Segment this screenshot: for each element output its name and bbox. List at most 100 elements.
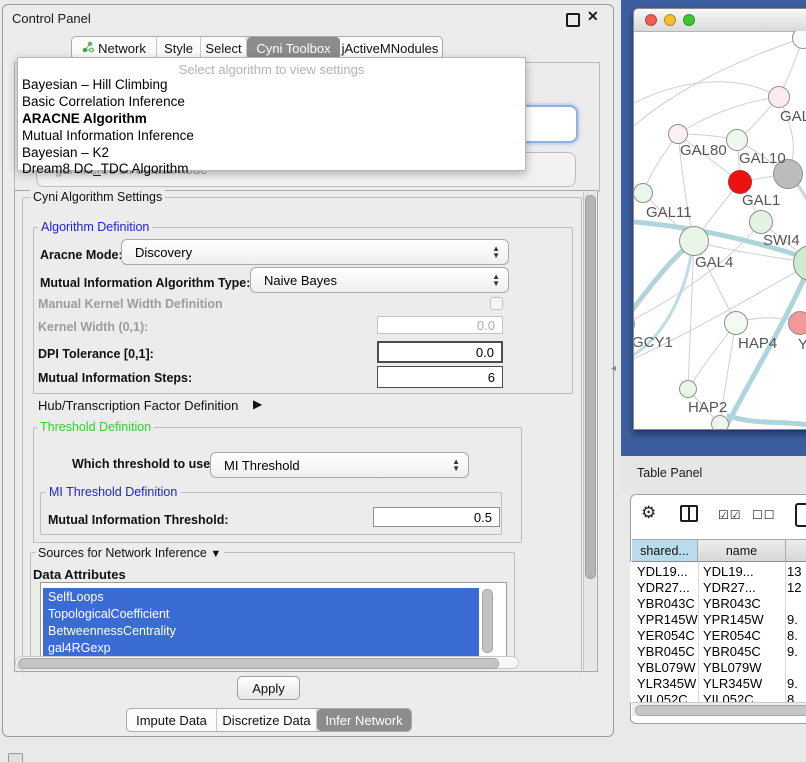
table-cell[interactable]: YBL079W — [703, 660, 762, 675]
gear-icon[interactable]: ⚙ — [641, 503, 656, 523]
collapsed-panel-icon[interactable] — [8, 753, 23, 762]
algorithm-option[interactable]: Bayesian – Hill Climbing — [22, 77, 168, 92]
node-gal11[interactable] — [634, 183, 653, 203]
column-header-clipped[interactable] — [786, 539, 806, 562]
clipped-toolbar-icon[interactable] — [795, 503, 806, 527]
table-cell[interactable]: YBL079W — [637, 660, 696, 675]
aracne-mode-combo[interactable]: Discovery ▲▼ — [121, 239, 509, 265]
table-hscrollbar-thumb[interactable] — [635, 705, 806, 716]
apply-button[interactable]: Apply — [237, 676, 300, 700]
table-cell[interactable]: YIL052C — [637, 692, 688, 702]
node[interactable] — [711, 415, 729, 429]
algorithm-option[interactable]: Mutual Information Inference — [22, 128, 194, 143]
mi-steps-field[interactable]: 6 — [377, 366, 503, 388]
table-cell[interactable]: YDL19... — [703, 564, 754, 579]
which-threshold-combo[interactable]: MI Threshold ▲▼ — [210, 452, 469, 478]
algorithm-dropdown-list: Select algorithm to view settings Bayesi… — [17, 57, 526, 171]
table-cell[interactable]: 9. — [787, 644, 798, 659]
node-label: GCY1 — [634, 334, 673, 351]
node-label: SWI4 — [763, 232, 800, 249]
node-label: GAL4 — [695, 254, 733, 271]
table-cell[interactable]: YLR345W — [637, 676, 696, 691]
table-cell[interactable]: 9. — [787, 612, 798, 627]
algorithm-option[interactable]: Dream8 DC_TDC Algorithm — [22, 161, 189, 176]
table-cell[interactable]: YBR043C — [703, 596, 761, 611]
tab-discretize-data[interactable]: Discretize Data — [217, 709, 317, 731]
network-view-window[interactable]: GAL GAL80 GAL10 GAL1 GAL11 SWI4 GAL4 GCY… — [633, 8, 806, 430]
float-window-icon[interactable] — [566, 13, 580, 27]
sources-collapse-arrow-icon[interactable]: ▼ — [210, 548, 221, 560]
data-attributes-list[interactable]: SelfLoops TopologicalCoefficient Between… — [40, 582, 507, 657]
node-hap4[interactable] — [724, 311, 748, 335]
node-gal7[interactable] — [768, 86, 790, 108]
tab-select[interactable]: Select — [201, 37, 247, 59]
attribute-item[interactable]: SelfLoops — [43, 588, 479, 605]
table-cell[interactable]: YER054C — [703, 628, 761, 643]
hub-expand-arrow-icon[interactable]: ▶ — [253, 397, 262, 411]
table-cell[interactable]: YBR043C — [637, 596, 695, 611]
algorithm-option[interactable]: Bayesian – K2 — [22, 145, 109, 160]
table-cell[interactable]: YIL052C — [703, 692, 754, 702]
select-all-checkboxes-icon[interactable]: ☑☑ — [718, 508, 742, 522]
node-gal80[interactable] — [668, 124, 688, 144]
table-cell[interactable]: YER054C — [637, 628, 695, 643]
tab-style[interactable]: Style — [157, 37, 201, 59]
zoom-window-icon[interactable] — [683, 14, 695, 26]
table-cell[interactable]: YDL19... — [637, 564, 688, 579]
tab-infer-network[interactable]: Infer Network — [317, 709, 411, 731]
deselect-all-checkboxes-icon[interactable]: ☐☐ — [752, 508, 776, 522]
table-cell[interactable]: YDR27... — [637, 580, 690, 595]
column-header-name[interactable]: name — [698, 539, 786, 562]
node-label: GAL1 — [742, 192, 780, 209]
table-cell[interactable]: YPR145W — [703, 612, 764, 627]
columns-icon[interactable] — [680, 505, 698, 522]
table-hscrollbar[interactable] — [632, 702, 806, 716]
kernel-width-label: Kernel Width (0,1): — [38, 320, 148, 334]
mi-threshold-field[interactable]: 0.5 — [373, 507, 500, 527]
table-cell[interactable]: YLR345W — [703, 676, 762, 691]
minimize-window-icon[interactable] — [664, 14, 676, 26]
tab-cyni-toolbox[interactable]: Cyni Toolbox — [247, 37, 340, 59]
network-window-titlebar[interactable] — [634, 9, 806, 32]
table-cell[interactable]: YPR145W — [637, 612, 698, 627]
table-cell[interactable]: 13 — [787, 564, 801, 579]
table-cell[interactable]: YBR045C — [637, 644, 695, 659]
attribute-item[interactable]: gal4RGexp — [43, 639, 479, 656]
tab-jactivemnodules[interactable]: jActiveMNodules — [340, 37, 440, 59]
node-hap2[interactable] — [679, 380, 697, 398]
table-cell[interactable]: 8. — [787, 692, 798, 702]
settings-hscrollbar-thumb[interactable] — [18, 658, 499, 669]
node-salmon[interactable] — [788, 311, 806, 335]
attribute-item[interactable]: TopologicalCoefficient — [43, 605, 479, 622]
control-panel-title: Control Panel — [12, 11, 91, 26]
manual-kernel-checkbox[interactable] — [490, 297, 503, 310]
node-gal4[interactable] — [679, 226, 709, 256]
settings-vscrollbar-thumb[interactable] — [585, 195, 596, 579]
network-canvas[interactable]: GAL GAL80 GAL10 GAL1 GAL11 SWI4 GAL4 GCY… — [634, 31, 806, 429]
algorithm-option[interactable]: Basic Correlation Inference — [22, 94, 185, 109]
close-panel-icon[interactable]: ✕ — [587, 8, 599, 25]
tab-network[interactable]: Network — [72, 37, 157, 59]
close-window-icon[interactable] — [645, 14, 657, 26]
splitter-collapse-icon[interactable]: ◂ — [611, 363, 616, 374]
table-cell[interactable]: 9. — [787, 676, 798, 691]
kernel-width-field[interactable]: 0.0 — [377, 316, 503, 334]
table-cell[interactable]: YDR27... — [703, 580, 756, 595]
attr-list-scrollbar[interactable] — [482, 589, 493, 653]
table-cell[interactable]: 8. — [787, 628, 798, 643]
node[interactable] — [749, 210, 773, 234]
dpi-tolerance-field[interactable]: 0.0 — [377, 341, 503, 363]
column-header-shared-name[interactable]: shared... — [632, 539, 698, 562]
table-cell[interactable]: YBR045C — [703, 644, 761, 659]
tab-impute-data[interactable]: Impute Data — [127, 709, 217, 731]
hub-definition-label: Hub/Transcription Factor Definition — [38, 398, 238, 413]
node-gal1-selected[interactable] — [728, 170, 752, 194]
attribute-item[interactable]: BetweennessCentrality — [43, 622, 479, 639]
node-label: GAL80 — [680, 142, 727, 159]
sources-group-title: Sources for Network Inference ▼ — [35, 546, 224, 560]
combo-arrows-icon: ▲▼ — [492, 245, 500, 259]
mi-type-combo[interactable]: Naive Bayes ▲▼ — [250, 267, 509, 293]
node-gal10[interactable] — [726, 129, 748, 151]
algorithm-option-selected[interactable]: ARACNE Algorithm — [22, 111, 147, 126]
table-cell[interactable]: 12 — [787, 580, 801, 595]
